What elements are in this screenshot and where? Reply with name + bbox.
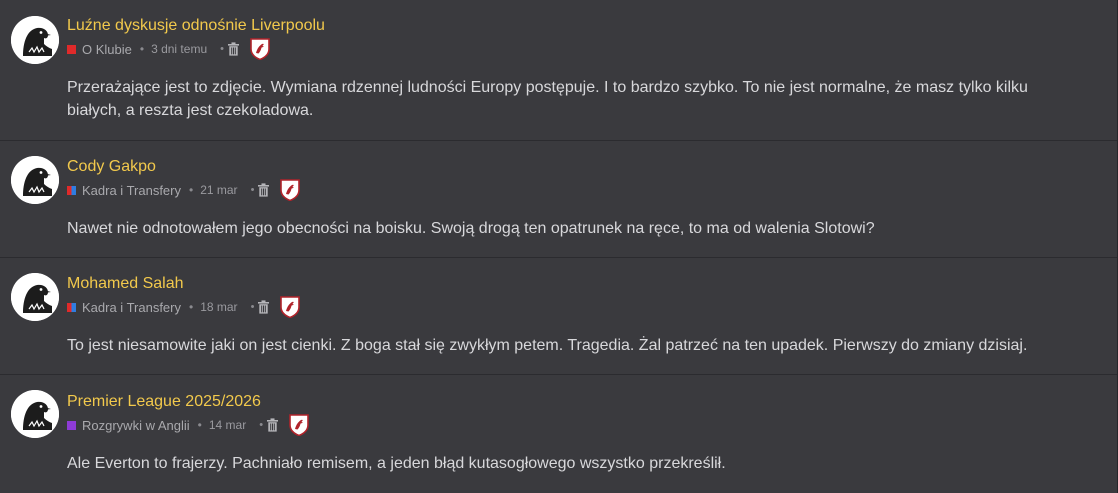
thread-title-link[interactable]: Mohamed Salah [67,275,184,293]
thread-title-link[interactable]: Premier League 2025/2026 [67,393,261,411]
liverpool-crest-icon[interactable] [280,296,301,319]
category-link[interactable]: Kadra i Transfery [82,300,181,315]
post-item: Premier League 2025/2026 Rozgrywki w Ang… [0,375,1117,493]
post-date: 3 dni temu [151,42,208,56]
post-meta: Kadra i Transfery • 21 mar • [67,179,301,202]
post-body: Ale Everton to frajerzy. Pachniało remis… [67,455,726,472]
category-link[interactable]: Rozgrywki w Anglii [82,418,190,433]
liverpool-crest-icon[interactable] [250,38,270,61]
post-body: Przerażające jest to zdjęcie. Wymiana rd… [67,79,1028,119]
bird-avatar-icon[interactable] [11,390,59,438]
thread-title-link[interactable]: Luźne dyskusje odnośnie Liverpoolu [67,17,325,35]
post-meta: Rozgrywki w Anglii • 14 mar • [67,414,309,437]
liverpool-crest-icon[interactable] [280,179,301,202]
post-body: To jest niesamowite jaki on jest cienki.… [67,337,1028,354]
post-feed: Luźne dyskusje odnośnie Liverpoolu O Klu… [0,0,1118,493]
separator-dot: • [250,184,255,196]
trash-icon[interactable] [257,300,270,314]
category-color-swatch [67,302,76,312]
separator-dot: • [189,183,194,197]
category-link[interactable]: O Klubie [82,42,132,57]
thread-title-link[interactable]: Cody Gakpo [67,158,156,176]
post-item: Cody Gakpo Kadra i Transfery • 21 mar • … [0,141,1117,258]
post-item: Luźne dyskusje odnośnie Liverpoolu O Klu… [0,0,1117,141]
bird-avatar-icon[interactable] [11,16,59,64]
post-item: Mohamed Salah Kadra i Transfery • 18 mar… [0,258,1117,375]
post-date: 21 mar [200,183,238,197]
separator-dot: • [139,42,145,56]
bird-avatar-icon[interactable] [11,273,59,321]
category-color-swatch [67,185,76,195]
separator-dot: • [197,418,202,432]
post-date: 14 mar [208,418,247,432]
category-color-swatch [67,420,76,430]
post-body: Nawet nie odnotowałem jego obecności na … [67,220,875,237]
separator-dot: • [259,419,264,431]
bird-avatar-icon[interactable] [11,156,59,204]
post-meta: O Klubie • 3 dni temu • [67,38,270,61]
trash-icon[interactable] [257,183,270,197]
post-date: 18 mar [200,300,238,314]
trash-icon[interactable] [227,42,240,56]
trash-icon[interactable] [266,418,279,432]
liverpool-crest-icon[interactable] [289,414,309,437]
separator-dot: • [250,301,255,313]
category-color-swatch [67,44,76,54]
category-link[interactable]: Kadra i Transfery [82,183,181,198]
post-meta: Kadra i Transfery • 18 mar • [67,296,301,319]
separator-dot: • [220,43,224,55]
separator-dot: • [189,300,194,314]
